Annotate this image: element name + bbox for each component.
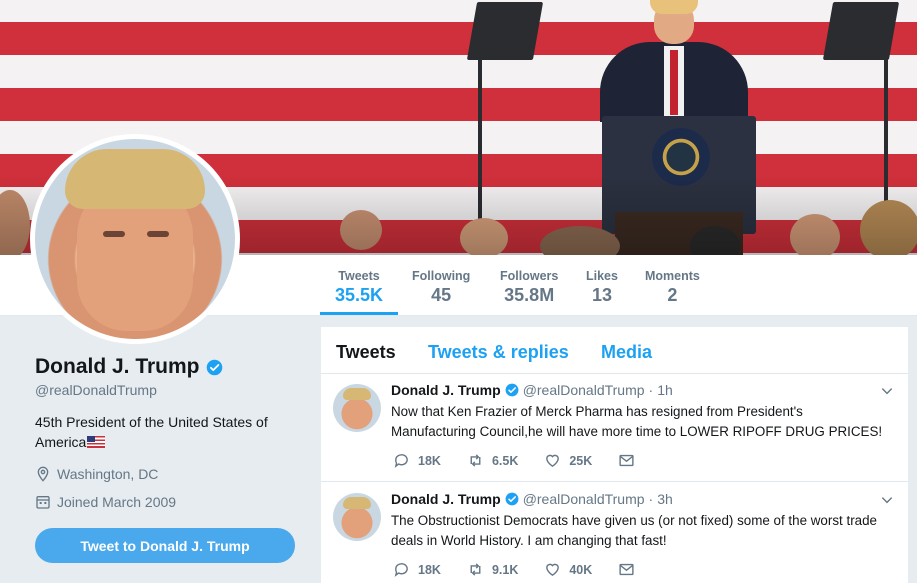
stat-label: Followers — [500, 269, 559, 283]
profile-name[interactable]: Donald J. Trump — [35, 355, 223, 379]
stat-moments[interactable]: Moments 2 — [645, 269, 700, 306]
verified-badge-icon — [505, 492, 519, 506]
stat-value: 35.5K — [335, 285, 384, 305]
tweet-author[interactable]: Donald J. Trump — [391, 491, 501, 507]
flag-stripe — [0, 88, 917, 121]
tweet-handle[interactable]: @realDonaldTrump — [523, 491, 645, 507]
profile-bio: 45th President of the United States of A… — [35, 412, 285, 452]
direct-message-button[interactable] — [618, 561, 635, 578]
retweet-count: 6.5K — [491, 453, 519, 468]
stat-value: 13 — [591, 285, 612, 305]
stat-value: 45 — [431, 285, 452, 305]
teleprompter — [822, 2, 900, 60]
calendar-icon — [36, 496, 50, 509]
tweet-header: Donald J. Trump @realDonaldTrump · 3h — [391, 491, 673, 507]
tweet-header: Donald J. Trump @realDonaldTrump · 1h — [391, 382, 673, 398]
verified-badge-icon — [505, 383, 519, 397]
tweet-actions: 18K 9.1K 40K — [393, 561, 661, 578]
profile-joined: Joined March 2009 — [35, 494, 176, 510]
stat-label: Likes — [586, 269, 618, 283]
stat-value: 2 — [667, 285, 678, 305]
like-count: 25K — [569, 453, 593, 468]
tweet-to-button[interactable]: Tweet to Donald J. Trump — [35, 528, 295, 563]
timeline-tabs: Tweets Tweets & replies Media — [321, 327, 908, 374]
retweet-button[interactable]: 6.5K — [467, 452, 518, 469]
stat-likes[interactable]: Likes 13 — [586, 269, 618, 306]
tab-tweets[interactable]: Tweets — [336, 342, 396, 363]
flag-stripe — [0, 22, 917, 55]
direct-message-button[interactable] — [618, 452, 635, 469]
speaker-hair — [650, 0, 698, 14]
tweet-timestamp[interactable]: 1h — [657, 382, 673, 398]
reply-count: 18K — [418, 562, 441, 577]
tweet-text: The Obstructionist Democrats have given … — [391, 513, 877, 548]
speaker-tie — [670, 50, 678, 115]
stat-following[interactable]: Following 45 — [412, 269, 470, 306]
timeline: Tweets Tweets & replies Media Donald J. … — [321, 327, 908, 583]
tweet[interactable]: Donald J. Trump @realDonaldTrump · 3h Th… — [321, 483, 908, 583]
envelope-icon — [619, 563, 634, 576]
tweet-actions: 18K 6.5K 25K — [393, 452, 661, 469]
reply-count: 18K — [418, 453, 441, 468]
reply-button[interactable]: 18K — [393, 452, 441, 469]
avatar-photo — [35, 139, 235, 339]
tab-media[interactable]: Media — [601, 342, 652, 363]
avatar-eye — [147, 231, 169, 237]
stat-value: 35.8M — [504, 285, 555, 305]
reply-button[interactable]: 18K — [393, 561, 441, 578]
profile-location: Washington, DC — [35, 466, 158, 482]
reply-icon — [394, 454, 408, 468]
chevron-down-icon[interactable] — [880, 493, 894, 507]
separator-dot: · — [648, 491, 654, 507]
retweet-icon — [470, 454, 481, 467]
reply-icon — [394, 563, 408, 577]
heart-icon — [546, 454, 560, 468]
stat-label: Moments — [645, 269, 700, 283]
teleprompter — [466, 2, 544, 60]
tweet-avatar[interactable] — [333, 384, 381, 432]
like-count: 40K — [569, 562, 593, 577]
avatar-hair — [65, 149, 205, 209]
stat-followers[interactable]: Followers 35.8M — [500, 269, 558, 306]
verified-badge-icon — [206, 359, 222, 375]
heart-icon — [546, 563, 560, 577]
retweet-icon — [470, 563, 481, 576]
profile-name-text: Donald J. Trump — [35, 355, 200, 378]
profile-page: Tweets 35.5K Following 45 Followers 35.8… — [0, 0, 917, 583]
stat-tweets[interactable]: Tweets 35.5K — [335, 269, 383, 306]
chevron-down-icon[interactable] — [880, 384, 894, 398]
profile-avatar[interactable] — [30, 134, 240, 344]
like-button[interactable]: 40K — [544, 561, 592, 578]
separator-dot: · — [648, 382, 654, 398]
retweet-button[interactable]: 9.1K — [467, 561, 518, 578]
avatar-eye — [103, 231, 125, 237]
tab-tweets-and-replies[interactable]: Tweets & replies — [428, 342, 569, 363]
retweet-count: 9.1K — [491, 562, 519, 577]
location-pin-icon — [37, 466, 49, 482]
stat-label: Tweets — [338, 269, 380, 283]
us-flag-emoji-icon — [87, 436, 106, 448]
envelope-icon — [619, 454, 634, 467]
joined-text: Joined March 2009 — [57, 494, 177, 510]
tweet-avatar[interactable] — [333, 493, 381, 541]
active-stat-indicator — [320, 312, 398, 315]
stat-label: Following — [412, 269, 471, 283]
tweet-handle[interactable]: @realDonaldTrump — [523, 382, 645, 398]
profile-bio-text: 45th President of the United States of A… — [35, 414, 268, 450]
profile-handle[interactable]: @realDonaldTrump — [35, 382, 157, 398]
tweet-timestamp[interactable]: 3h — [657, 491, 673, 507]
tweet-author[interactable]: Donald J. Trump — [391, 382, 501, 398]
location-text: Washington, DC — [57, 466, 159, 482]
tweet-text: Now that Ken Frazier of Merck Pharma has… — [391, 404, 883, 439]
tweet[interactable]: Donald J. Trump @realDonaldTrump · 1h No… — [321, 374, 908, 482]
like-button[interactable]: 25K — [544, 452, 592, 469]
